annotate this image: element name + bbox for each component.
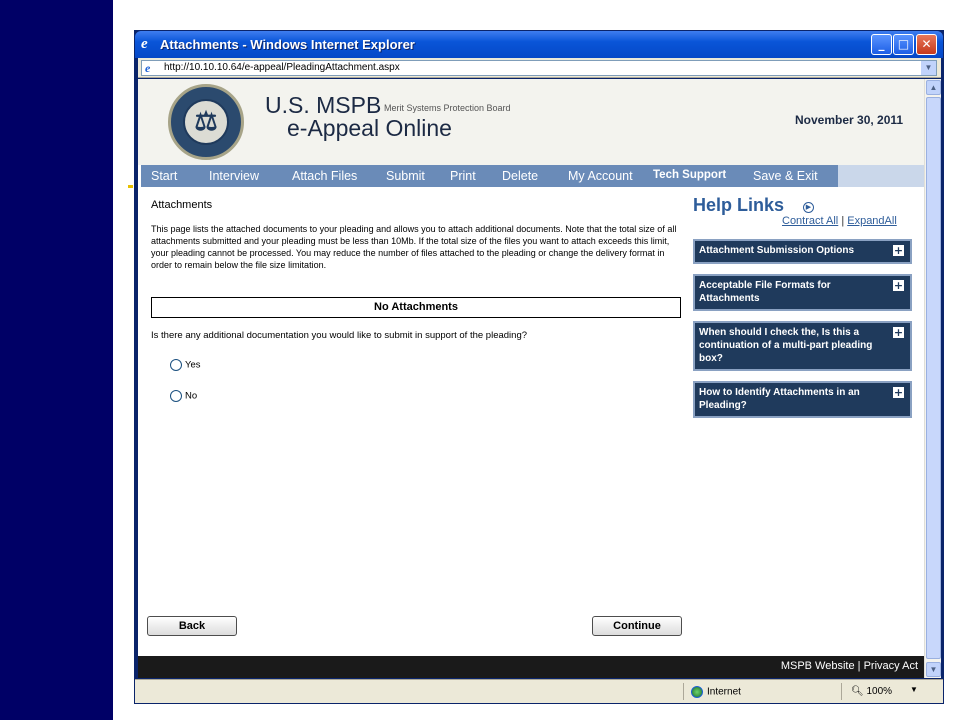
- nav-save-exit[interactable]: Save & Exit: [753, 169, 818, 183]
- status-divider: [683, 683, 684, 700]
- site-footer: MSPB Website | Privacy Act: [138, 656, 924, 678]
- help-item-label: How to Identify Attachments in an Pleadi…: [699, 387, 860, 411]
- contract-all-link[interactable]: Contract All: [782, 215, 838, 227]
- ie-logo-icon: e: [141, 36, 148, 52]
- help-item-multi-part[interactable]: When should I check the, Is this a conti…: [693, 321, 912, 371]
- title-bar[interactable]: e Attachments - Windows Internet Explore…: [135, 31, 943, 58]
- site-header: ⚖ U.S. MSPB Merit Systems Protection Boa…: [138, 79, 924, 165]
- brand-product: e-Appeal Online: [287, 115, 452, 141]
- expand-all-link[interactable]: ExpandAll: [847, 215, 897, 227]
- status-zone-label: Internet: [707, 686, 741, 698]
- scroll-up-icon[interactable]: ▲: [926, 80, 941, 95]
- address-bar: e http://10.10.10.64/e-appeal/PleadingAt…: [138, 58, 941, 78]
- page-content: ⚖ U.S. MSPB Merit Systems Protection Boa…: [138, 79, 924, 656]
- help-item-file-formats[interactable]: Acceptable File Formats for Attachments …: [693, 274, 912, 311]
- no-attachments-box: No Attachments: [151, 297, 681, 318]
- main-nav: Start Interview Attach Files Submit Prin…: [141, 165, 838, 187]
- address-field[interactable]: e http://10.10.10.64/e-appeal/PleadingAt…: [141, 60, 937, 76]
- option-no[interactable]: No: [170, 390, 197, 404]
- scales-icon: ⚖: [183, 99, 229, 145]
- nav-start[interactable]: Start: [151, 169, 177, 183]
- expand-plus-icon[interactable]: +: [893, 280, 904, 291]
- nav-tech-support[interactable]: Tech Support: [653, 169, 726, 181]
- no-label: No: [185, 390, 198, 402]
- footer-links: MSPB Website | Privacy Act: [781, 660, 918, 672]
- no-radio[interactable]: [170, 390, 182, 402]
- help-item-label: When should I check the, Is this a conti…: [699, 327, 873, 364]
- scroll-thumb[interactable]: [926, 97, 941, 659]
- privacy-act-link[interactable]: Privacy Act: [864, 660, 918, 672]
- page-icon: e: [145, 61, 151, 75]
- page-description: This page lists the attached documents t…: [151, 224, 677, 270]
- yes-radio[interactable]: [170, 359, 182, 371]
- help-separator: |: [841, 215, 845, 227]
- help-item-label: Acceptable File Formats for Attachments: [699, 280, 831, 304]
- brand-subtitle: Merit Systems Protection Board: [384, 103, 511, 113]
- mspb-website-link[interactable]: MSPB Website: [781, 660, 855, 672]
- yes-label: Yes: [185, 359, 201, 371]
- zoom-label: 100%: [866, 686, 893, 697]
- slide-bullet-mark: [128, 185, 133, 188]
- maximize-button[interactable]: □: [893, 34, 914, 55]
- help-item-label: Attachment Submission Options: [699, 245, 855, 256]
- nav-attach-files[interactable]: Attach Files: [292, 169, 357, 183]
- nav-print[interactable]: Print: [450, 169, 476, 183]
- scroll-down-icon[interactable]: ▼: [926, 662, 941, 677]
- footer-separator: |: [857, 660, 861, 672]
- circle-arrow-icon: ▶: [803, 202, 814, 213]
- option-yes[interactable]: Yes: [170, 359, 201, 373]
- additional-docs-question: Is there any additional documentation yo…: [151, 330, 528, 341]
- address-dropdown-icon[interactable]: ▼: [921, 61, 936, 75]
- expand-plus-icon[interactable]: +: [893, 387, 904, 398]
- continue-button[interactable]: Continue: [592, 616, 682, 636]
- globe-icon: [691, 686, 703, 698]
- back-button[interactable]: Back: [147, 616, 237, 636]
- nav-interview[interactable]: Interview: [209, 169, 259, 183]
- nav-delete[interactable]: Delete: [502, 169, 538, 183]
- status-divider: [841, 683, 842, 700]
- address-url: http://10.10.10.64/e-appeal/PleadingAtta…: [164, 62, 400, 73]
- nav-submit[interactable]: Submit: [386, 169, 425, 183]
- zoom-dropdown-icon[interactable]: ▼: [910, 685, 918, 694]
- help-item-submission-options[interactable]: Attachment Submission Options +: [693, 239, 912, 264]
- help-links-controls: Contract All | ExpandAll: [782, 215, 897, 227]
- slide-left-band: [0, 0, 113, 720]
- zoom-level[interactable]: 🔍︎ 100%: [851, 686, 892, 697]
- header-date: November 30, 2011: [795, 113, 904, 127]
- help-item-identify-attachments[interactable]: How to Identify Attachments in an Pleadi…: [693, 381, 912, 418]
- mspb-seal-logo: ⚖: [168, 84, 244, 160]
- expand-plus-icon[interactable]: +: [893, 327, 904, 338]
- help-links-title: Help Links: [693, 195, 785, 215]
- browser-window: e Attachments - Windows Internet Explore…: [134, 30, 944, 704]
- page-title: Attachments: [151, 199, 213, 211]
- window-title: Attachments - Windows Internet Explorer: [160, 37, 415, 52]
- minimize-button[interactable]: _: [871, 34, 892, 55]
- expand-plus-icon[interactable]: +: [893, 245, 904, 256]
- close-button[interactable]: ✕: [916, 34, 937, 55]
- status-zone: Internet: [691, 686, 741, 698]
- status-bar: Internet 🔍︎ 100% ▼: [135, 679, 943, 703]
- magnifier-icon: 🔍︎: [851, 686, 864, 697]
- nav-filler: [838, 165, 924, 187]
- vertical-scrollbar[interactable]: ▲ ▼: [924, 79, 941, 678]
- nav-my-account[interactable]: My Account: [568, 169, 633, 183]
